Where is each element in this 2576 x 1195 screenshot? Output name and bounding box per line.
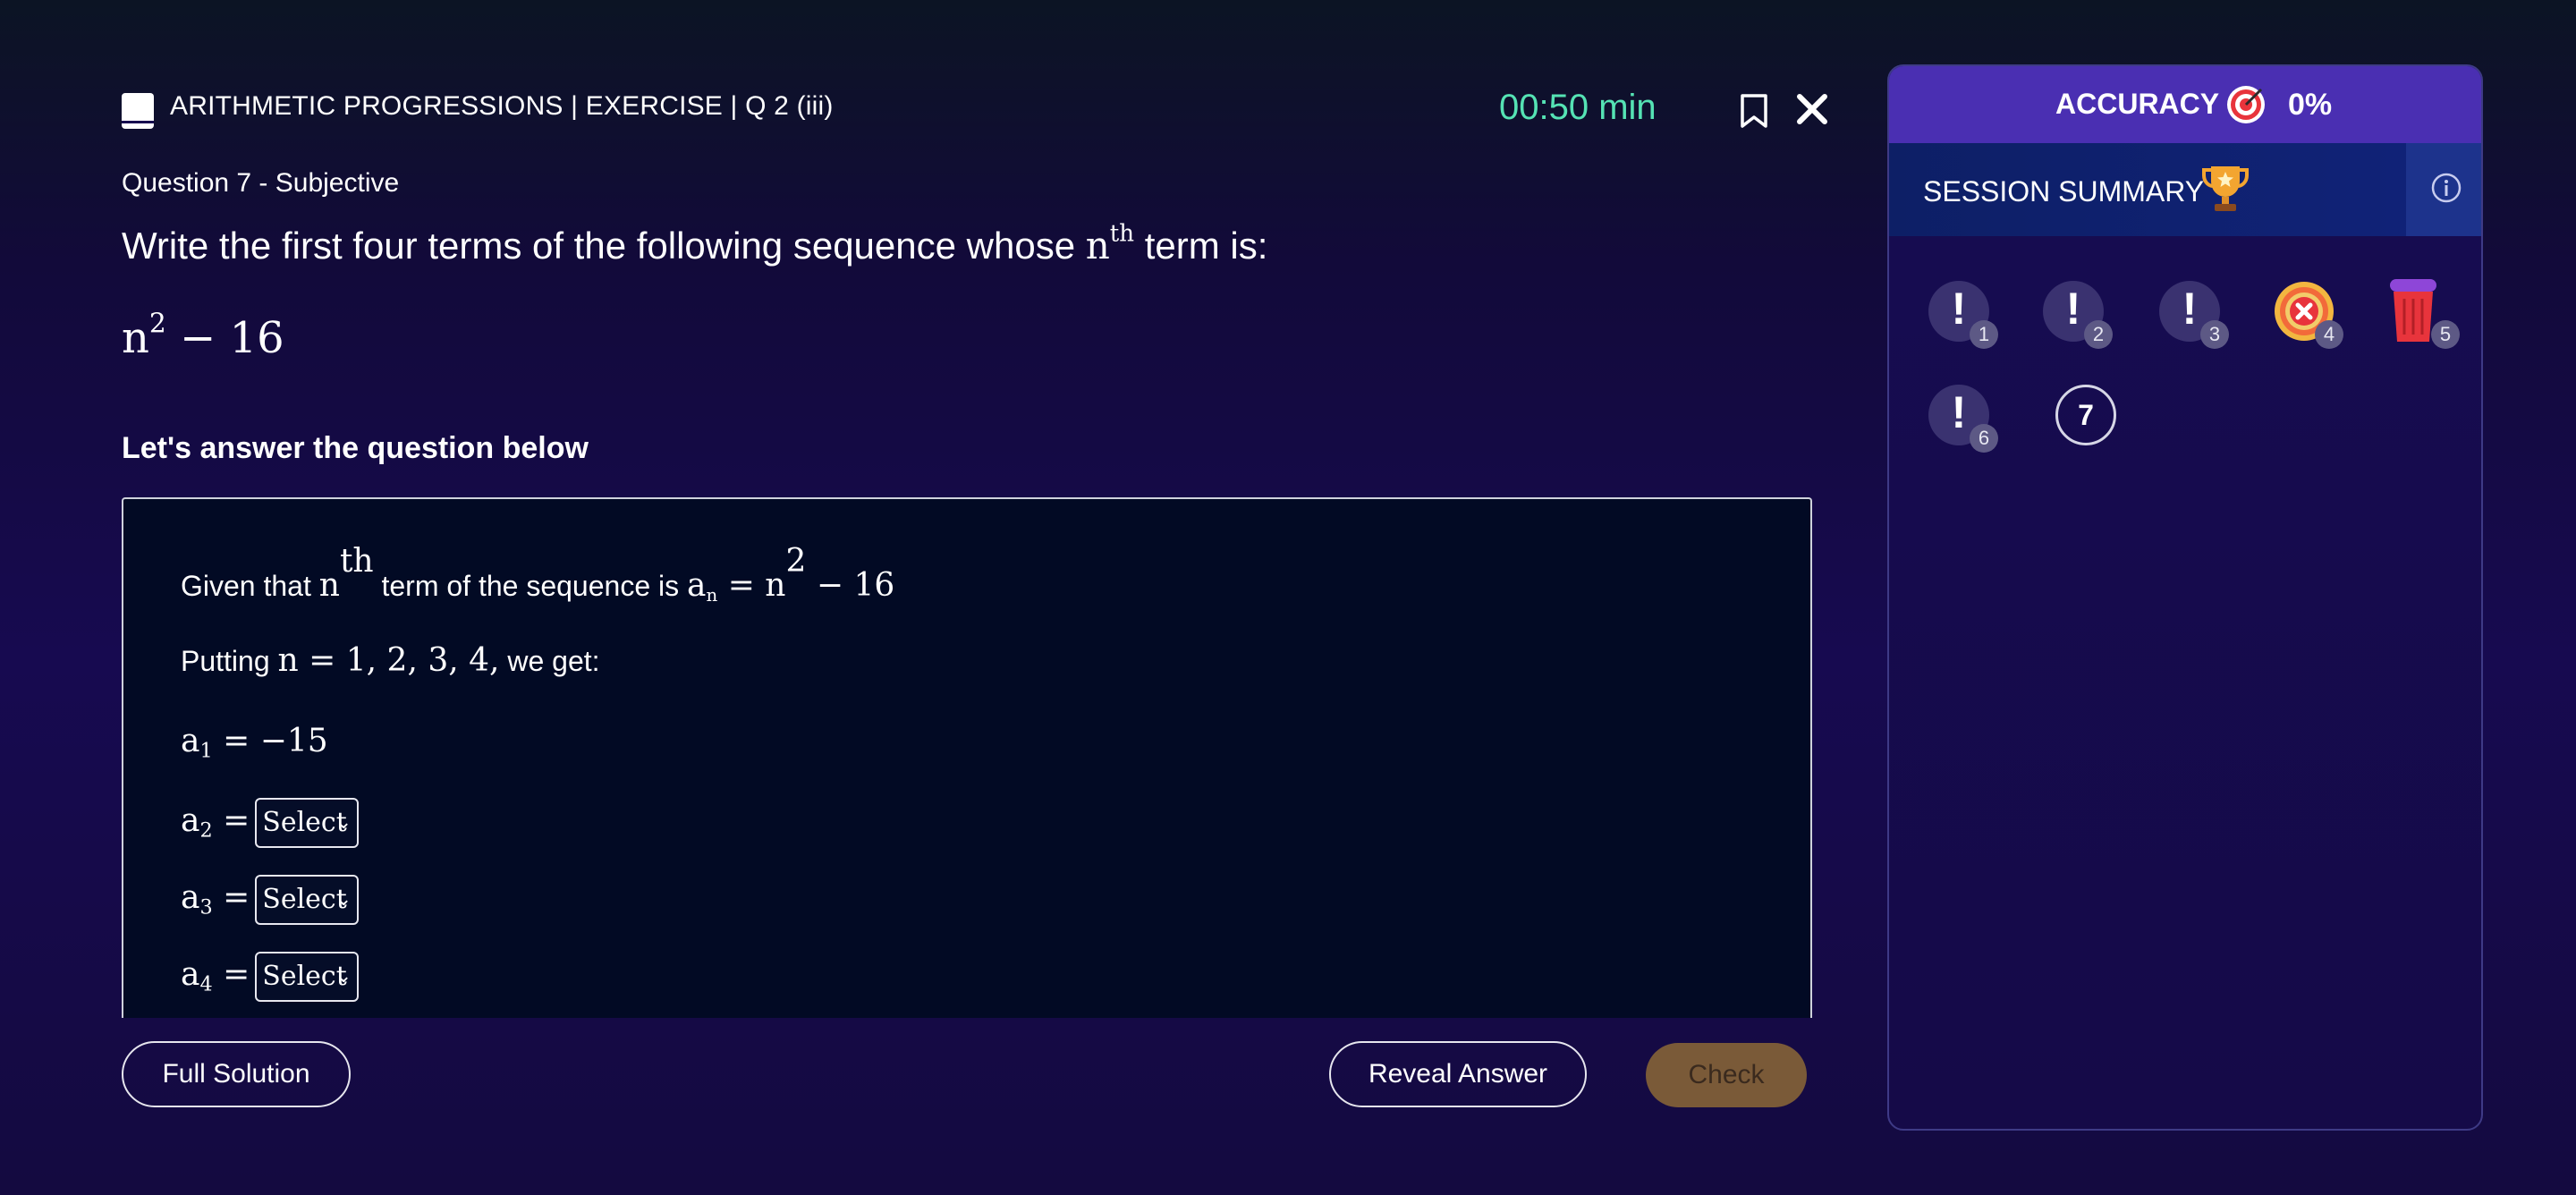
close-icon[interactable] (1792, 89, 1832, 133)
accuracy-label: ACCURACY (2055, 88, 2220, 120)
bookmark-icon[interactable] (1739, 93, 1769, 133)
session-panel: ACCURACY 0% SESSION SUMMARY ! 1 ! 2 ! 3 … (1887, 64, 2483, 1131)
a4-line: a4 = Select ⌄ (181, 952, 360, 1002)
timer: 00:50 min (1499, 88, 1657, 127)
given-line: Given that nth term of the sequence is a… (181, 543, 895, 606)
question-status-1[interactable]: ! 1 (1928, 281, 1998, 349)
question-text: Write the first four terms of the follow… (122, 220, 1268, 267)
question-status-5[interactable]: 5 (2386, 277, 2460, 349)
chevron-down-icon: ⌄ (335, 888, 352, 911)
info-icon[interactable] (2429, 171, 2463, 209)
answer-prompt: Let's answer the question below (122, 431, 589, 465)
question-type-label: Question 7 - Subjective (122, 168, 400, 198)
full-solution-button[interactable]: Full Solution (122, 1041, 351, 1107)
target-icon (2225, 84, 2267, 130)
accuracy-value: 0% (2288, 88, 2333, 122)
reveal-answer-button[interactable]: Reveal Answer (1329, 1041, 1587, 1107)
a2-line: a2 = Select ⌄ (181, 798, 360, 848)
a3-select[interactable]: Select ⌄ (255, 875, 360, 925)
question-status-2[interactable]: ! 2 (2043, 281, 2113, 349)
question-expression: n2 − 16 (122, 308, 284, 363)
a1-line: a1 = −15 (181, 723, 328, 763)
a2-select[interactable]: Select ⌄ (255, 798, 360, 848)
trophy-icon (2199, 161, 2252, 219)
question-status-3[interactable]: ! 3 (2159, 281, 2229, 349)
chapter-title: ARITHMETIC PROGRESSIONS | EXERCISE | Q 2… (170, 91, 834, 121)
chevron-down-icon: ⌄ (335, 965, 352, 987)
a4-select[interactable]: Select ⌄ (255, 952, 360, 1002)
session-summary-label: SESSION SUMMARY (1923, 175, 2205, 208)
question-status-4[interactable]: 4 (2274, 281, 2343, 349)
answer-box: Given that nth term of the sequence is a… (122, 497, 1812, 1018)
book-icon (122, 93, 154, 129)
check-button[interactable]: Check (1646, 1043, 1807, 1107)
question-status-6[interactable]: ! 6 (1928, 385, 1998, 453)
putting-line: Putting n = 1, 2, 3, 4, we get: (181, 642, 600, 679)
chevron-down-icon: ⌄ (335, 811, 352, 834)
question-status-7-current[interactable]: 7 (2055, 385, 2116, 445)
a3-line: a3 = Select ⌄ (181, 875, 360, 925)
